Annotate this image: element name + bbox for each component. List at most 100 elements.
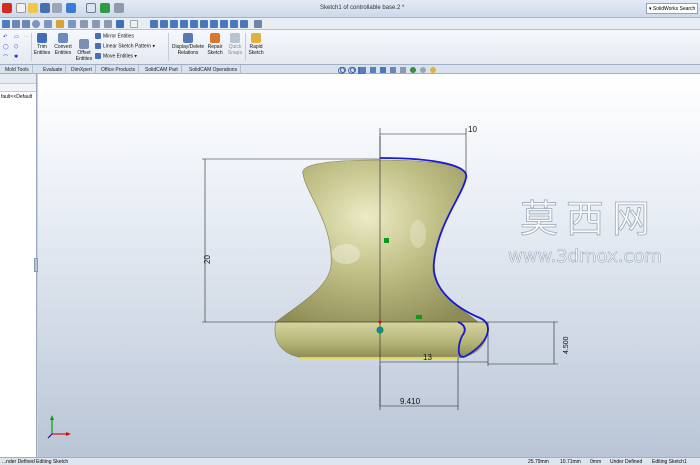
view-orientation-icon[interactable] [150, 20, 158, 28]
circle-icon[interactable] [32, 20, 40, 28]
dimension-bottom-width[interactable]: 9.410 [379, 358, 459, 410]
view-settings-icon[interactable] [430, 67, 436, 73]
point-tool[interactable]: ✱ [14, 54, 18, 60]
rapid-sketch-icon [251, 33, 261, 43]
arc-tool[interactable]: ⌒ [3, 54, 8, 61]
previous-view-icon[interactable] [360, 67, 366, 73]
point-icon[interactable] [104, 20, 112, 28]
view-triad [47, 415, 71, 439]
search-input[interactable]: ▾ SolidWorks Search [646, 3, 698, 14]
view-right-icon[interactable] [180, 20, 188, 28]
rapid-sketch-button[interactable]: Rapid Sketch [247, 33, 265, 56]
convert-entities-button[interactable]: Convert Entities [53, 33, 73, 56]
line-icon[interactable] [12, 20, 20, 28]
window-title: Sketch1 of controllable base.2 * [320, 5, 405, 11]
title-bar: Sketch1 of controllable base.2 * ▾ Solid… [0, 0, 700, 18]
hide-show-icon[interactable] [400, 67, 406, 73]
view-bottom-icon[interactable] [220, 20, 228, 28]
polygon-icon[interactable] [68, 20, 76, 28]
rectangle-tool[interactable]: ▭ [14, 34, 19, 40]
rebuild-icon[interactable] [100, 3, 110, 13]
view-back-icon[interactable] [200, 20, 208, 28]
linear-pattern-icon [95, 43, 101, 49]
view-iso-icon[interactable] [190, 20, 198, 28]
print-icon[interactable] [52, 3, 62, 13]
spline-icon[interactable] [56, 20, 64, 28]
tab-evaluate[interactable]: Evaluate [40, 65, 67, 74]
zoom-to-area-icon[interactable] [350, 67, 356, 73]
linear-sketch-pattern-button[interactable]: Linear Sketch Pattern ▾ [95, 43, 155, 49]
sketch-icon[interactable] [2, 20, 10, 28]
display-delete-relations-button[interactable]: Display/Delete Relations [171, 33, 205, 56]
options-icon[interactable] [114, 3, 124, 13]
centerline-icon[interactable] [116, 20, 124, 28]
sketch-curve-tool[interactable]: ↶ [3, 34, 7, 40]
panel-tab-strip[interactable] [0, 74, 36, 84]
dimension-label-bottom-width[interactable]: 9.410 [400, 397, 421, 406]
select-icon[interactable] [86, 3, 96, 13]
graphics-viewport[interactable]: 10 20 13 4.500 9.410 莫西网 www.3dmox.com [38, 67, 700, 457]
text-icon[interactable] [130, 20, 138, 28]
trim-entities-button[interactable]: Trim Entities [33, 33, 51, 56]
view-dimetric-icon[interactable] [230, 20, 238, 28]
zoom-to-fit-icon[interactable] [340, 67, 346, 73]
tab-solidcam-operations[interactable]: SolidCAM Operations [186, 65, 242, 74]
relation-marker[interactable] [384, 238, 389, 243]
watermark-url: www.3dmox.com [508, 246, 662, 267]
solidworks-logo-icon[interactable] [2, 3, 12, 13]
dimension-label-base-height[interactable]: 4.500 [563, 336, 570, 354]
tab-solidcam-part[interactable]: SolidCAM Part [142, 65, 182, 74]
view-front-icon[interactable] [160, 20, 168, 28]
smart-dim-tool[interactable]: ⋯ [24, 34, 29, 40]
quick-snaps-button[interactable]: Quick Snaps [226, 33, 244, 56]
circle-tool[interactable]: ◯ [3, 44, 9, 50]
status-z-coordinate: 0mm [590, 459, 602, 465]
repair-sketch-button[interactable]: Repair Sketch [206, 33, 224, 56]
offset-icon [79, 39, 89, 49]
edit-appearance-icon[interactable] [410, 67, 416, 73]
new-document-icon[interactable] [16, 3, 26, 13]
rectangle-icon[interactable] [22, 20, 30, 28]
view-top-icon[interactable] [170, 20, 178, 28]
view-trimetric-icon[interactable] [240, 20, 248, 28]
dimension-label-height[interactable]: 20 [203, 255, 212, 264]
section-view-icon[interactable] [370, 67, 376, 73]
mirror-entities-button[interactable]: Mirror Entities [95, 33, 134, 39]
arc-icon[interactable] [44, 20, 52, 28]
heads-up-toolbar-row [340, 67, 436, 75]
apply-scene-icon[interactable] [420, 67, 426, 73]
normal-to-icon[interactable] [254, 20, 262, 28]
watermark-cn: 莫西网 [520, 197, 658, 241]
view-left-icon[interactable] [210, 20, 218, 28]
display-style-icon[interactable] [390, 67, 396, 73]
polygon-tool[interactable]: ⬡ [14, 44, 18, 50]
tree-item-configuration[interactable]: fault<<Default [0, 92, 36, 102]
repair-icon [210, 33, 220, 43]
sketch-plane-icon[interactable] [92, 20, 100, 28]
status-message: ...nder Defined Editing Sketch [2, 459, 69, 465]
relations-icon [183, 33, 193, 43]
dimension-label-base-width[interactable]: 13 [423, 353, 432, 362]
mirror-icon [95, 33, 101, 39]
status-x-coordinate: 25.79mm [528, 459, 549, 465]
relation-marker[interactable] [416, 315, 422, 319]
tab-office-products[interactable]: Office Products [98, 65, 140, 74]
tab-dimxpert[interactable]: DimXpert [68, 65, 96, 74]
offset-entities-button[interactable]: Offset Entities [75, 39, 93, 62]
tab-mold-tools[interactable]: Mold Tools [2, 65, 33, 74]
save-icon[interactable] [40, 3, 50, 13]
panel-filter-bar[interactable] [0, 84, 36, 92]
move-entities-button[interactable]: Move Entities ▾ [95, 53, 137, 59]
dimension-label-top-width[interactable]: 10 [468, 125, 477, 134]
undo-icon[interactable] [66, 3, 76, 13]
chevron-down-icon: ▾ [152, 43, 155, 50]
view-orientation-icon[interactable] [380, 67, 386, 73]
origin-point[interactable] [376, 326, 384, 334]
open-document-icon[interactable] [28, 3, 38, 13]
dimension-base-height[interactable]: 4.500 [488, 322, 570, 365]
status-defined: Under Defined [610, 459, 643, 465]
status-editing: Editing Sketch1 [652, 459, 687, 465]
fillet-icon[interactable] [80, 20, 88, 28]
body-highlight [332, 244, 360, 264]
status-y-coordinate: 10.71mm [560, 459, 581, 465]
